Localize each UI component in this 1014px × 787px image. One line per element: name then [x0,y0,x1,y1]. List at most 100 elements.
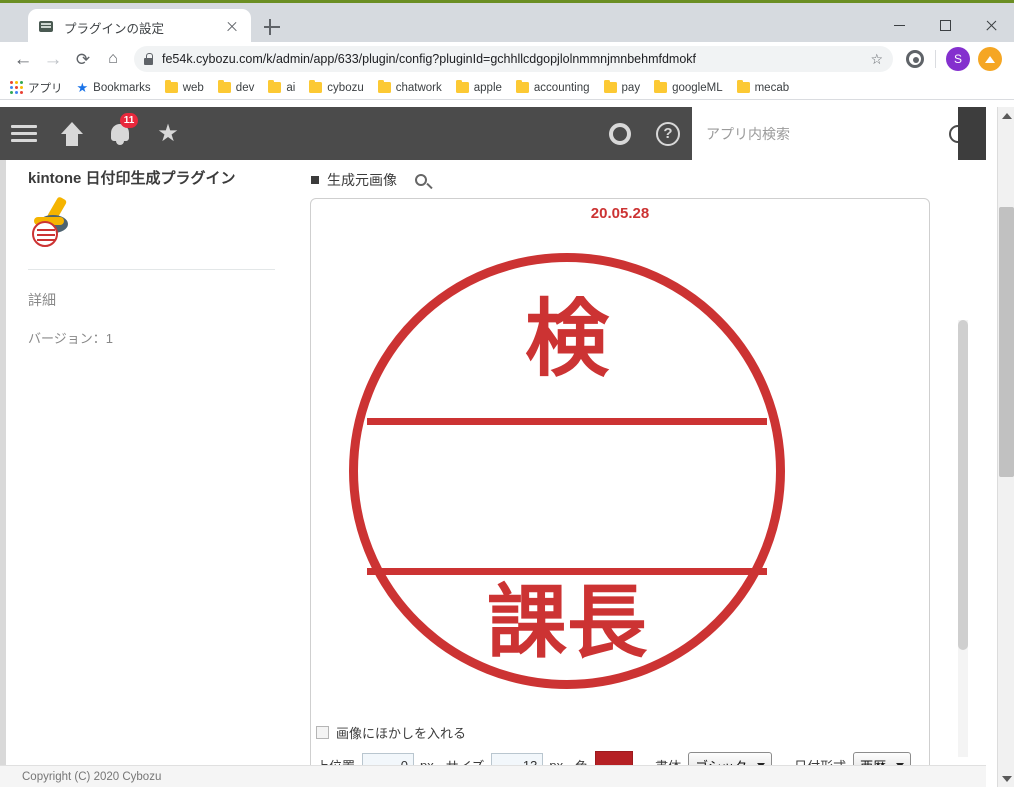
help-button[interactable]: ? [644,107,692,160]
folder-icon [217,79,231,93]
plugin-config-main: 生成元画像 20.05.28 検 課長 画像にほかしを入れる 0 13 [293,160,986,787]
bookmark-star-icon[interactable]: ☆ [870,51,883,68]
stamp-top-character: 検 [524,290,609,388]
browser-titlebar: プラグインの設定 [0,0,1014,45]
back-button[interactable]: ← [8,44,38,74]
bookmark-item-web[interactable]: web [164,79,204,94]
new-tab-button[interactable] [262,17,282,37]
star-icon: ★ [157,119,179,147]
star-icon: ★ [76,79,89,95]
tab-favicon-icon [38,20,54,34]
chevron-down-icon [1001,775,1012,782]
bullet-square-icon [311,176,319,184]
bookmark-item-dev[interactable]: dev [217,79,254,94]
browser-tab[interactable]: プラグインの設定 [28,9,251,45]
sidebar-divider [28,269,275,270]
zoom-search-icon[interactable] [415,174,427,186]
address-bar-url: fe54k.cybozu.com/k/admin/app/633/plugin/… [162,52,696,66]
scroll-up-button[interactable] [998,107,1014,124]
home-icon: ⌂ [108,50,118,67]
extension-gear-icon[interactable] [904,48,926,70]
kintone-header: 11 ★ ? [0,107,986,160]
section-header: 生成元画像 [293,160,986,196]
bookmark-item-ai[interactable]: ai [268,79,296,94]
blur-checkbox[interactable] [316,726,329,739]
update-arrow-icon[interactable] [978,47,1002,71]
question-mark-icon: ? [656,121,680,146]
bookmark-item-cybozu[interactable]: cybozu [309,79,364,94]
inner-scrollbar-track[interactable] [958,320,968,757]
bookmark-item-apple[interactable]: apple [455,79,502,94]
browser-window: プラグインの設定 ← → ⟳ ⌂ fe54k.cybozu.com/k/admi… [0,0,1014,787]
apps-grid-icon [10,81,23,94]
reload-button[interactable]: ⟳ [68,44,98,74]
version-label: バージョン：1 [28,331,113,346]
stamp-date-text: 20.05.28 [590,205,650,222]
kintone-home-button[interactable] [48,107,96,160]
folder-icon [515,79,529,93]
bookmark-label: web [182,81,204,94]
stamp-divider-line-top [367,418,767,425]
stamp-preview-canvas[interactable]: 20.05.28 検 課長 [310,198,930,778]
folder-icon [164,79,178,93]
toolbar-divider [935,50,936,68]
header-right-strip [958,107,986,160]
bookmark-item-apps[interactable]: アプリ [10,80,63,96]
menu-button[interactable] [0,107,48,160]
bookmark-label: ai [286,81,296,94]
back-arrow-icon: ← [13,48,33,70]
forward-arrow-icon: → [43,48,63,70]
blur-checkbox-label: 画像にほかしを入れる [336,726,467,741]
tab-close-icon[interactable] [223,18,241,36]
lock-icon [144,53,153,65]
bookmark-item-accounting[interactable]: accounting [515,79,590,94]
bookmark-label: mecab [754,81,790,94]
chevron-up-icon [1001,112,1012,119]
reload-icon: ⟳ [75,49,91,69]
status-bar: Copyright (C) 2020 Cybozu [0,765,986,787]
plugin-sidebar: kintone 日付印生成プラグイン 詳細 バージョン：1 [6,160,293,787]
tab-title: プラグインの設定 [64,21,165,36]
scroll-down-button[interactable] [998,770,1014,787]
detail-label: 詳細 [28,292,56,308]
inner-scrollbar-thumb[interactable] [958,320,968,650]
folder-icon [654,79,668,93]
home-icon [61,121,83,146]
section-title: 生成元画像 [327,172,397,188]
hamburger-icon [11,121,37,146]
home-button[interactable]: ⌂ [98,44,128,74]
bookmarks-bar: アプリ ★ Bookmarks web dev ai cybozu chatwo… [0,76,1014,100]
bookmark-item-bookmarks[interactable]: ★ Bookmarks [77,80,151,96]
bookmark-label: googleML [672,81,723,94]
notifications-button[interactable]: 11 [96,107,144,160]
bookmark-label: accounting [533,81,590,94]
window-close-button[interactable] [968,6,1014,45]
bookmark-label: apple [473,81,502,94]
gear-icon [609,122,631,145]
avatar[interactable]: S [946,47,970,71]
bookmark-label: アプリ [28,82,63,95]
window-minimize-button[interactable] [876,6,922,45]
page-scrollbar[interactable] [997,107,1014,787]
stamp-divider-line-bottom [367,568,767,575]
bookmark-item-mecab[interactable]: mecab [736,79,790,94]
page-scrollbar-thumb[interactable] [999,207,1014,477]
bookmark-item-chatwork[interactable]: chatwork [377,79,442,94]
page-title: kintone 日付印生成プラグイン [28,170,236,187]
forward-button[interactable]: → [38,44,68,74]
folder-icon [309,79,323,93]
window-maximize-button[interactable] [922,6,968,45]
favorites-button[interactable]: ★ [144,107,192,160]
bookmark-label: pay [621,81,641,94]
bookmark-label: chatwork [395,81,442,94]
window-controls [876,6,1014,45]
bookmark-item-pay[interactable]: pay [603,79,641,94]
app-search-field[interactable] [692,107,929,160]
bookmark-label: Bookmarks [93,81,151,94]
settings-button[interactable] [596,107,644,160]
folder-icon [455,79,469,93]
search-input[interactable] [704,124,929,143]
folder-icon [736,79,750,93]
bookmark-item-googleml[interactable]: googleML [654,79,723,94]
address-bar[interactable]: fe54k.cybozu.com/k/admin/app/633/plugin/… [134,46,893,72]
